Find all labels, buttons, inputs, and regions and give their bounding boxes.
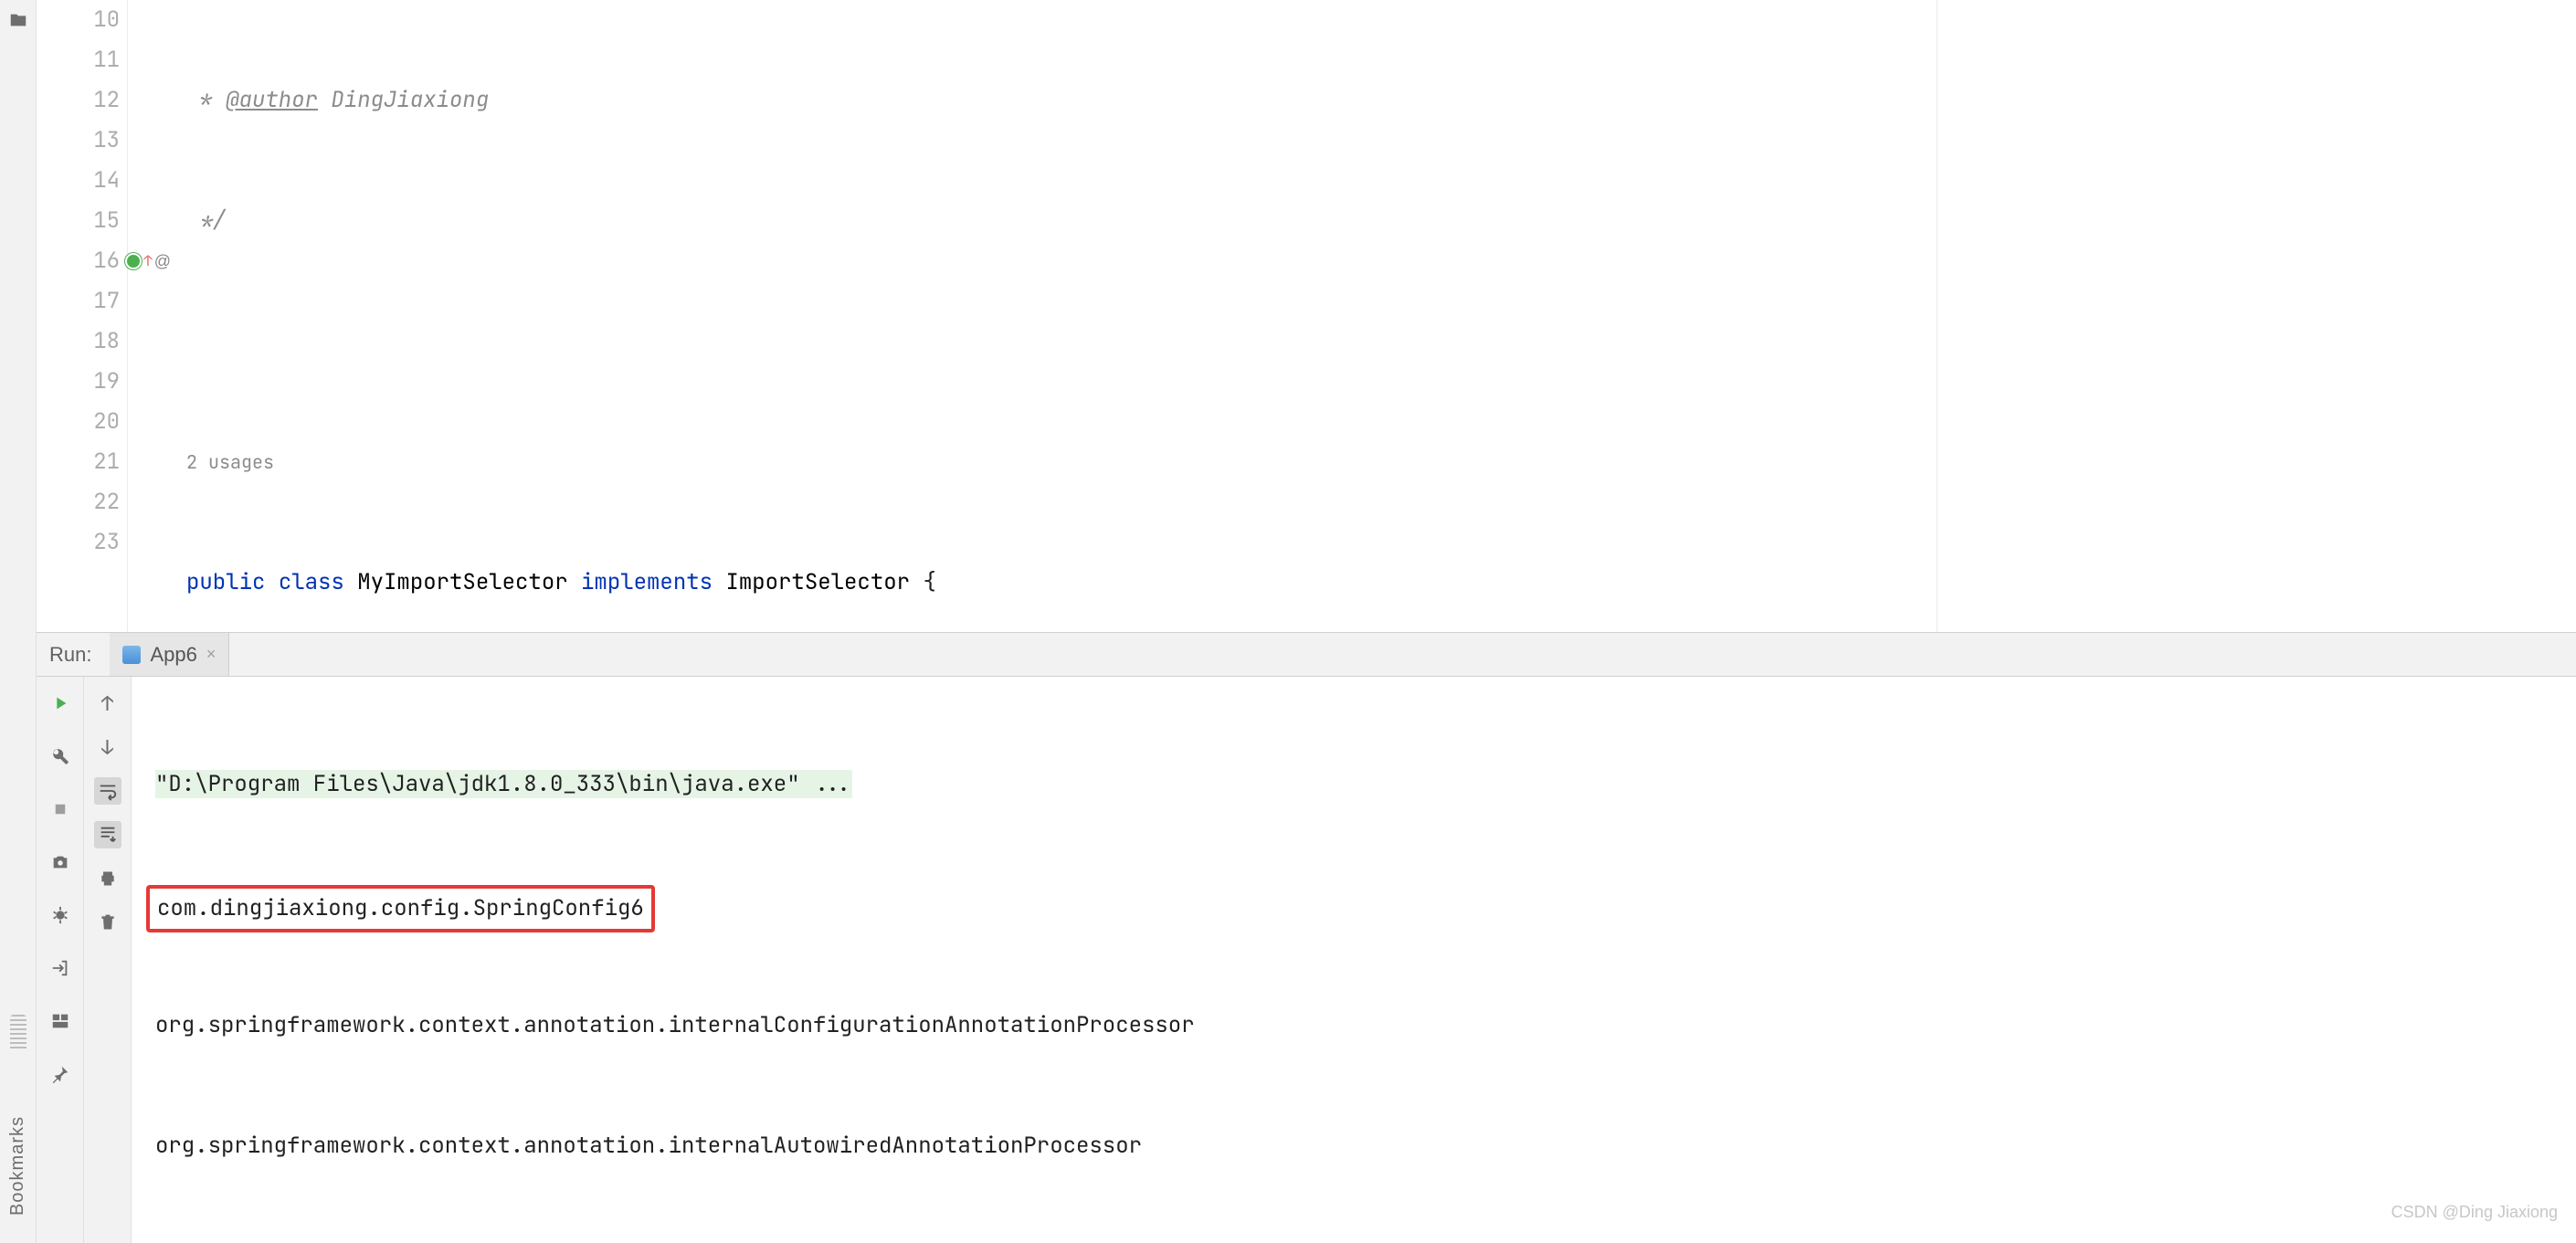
soft-wrap-button[interactable] [94,777,121,805]
line-number[interactable]: 23 [37,522,120,563]
editor-gutter-icons [128,0,183,632]
editor: 10 11 12 13 14 15 16 ↑@ 17 18 19 20 21 2… [37,0,2576,633]
run-config-icon [122,646,141,664]
stop-button[interactable] [47,795,74,823]
console-line[interactable]: org.springframework.context.annotation.i… [155,1126,2576,1166]
close-icon[interactable]: × [206,645,216,664]
line-number[interactable]: 18 [37,321,120,362]
editor-right-margin [1937,0,2576,632]
run-tabbar: Run: App6 × [37,633,2576,677]
bookmarks-toolwindow-label[interactable]: Bookmarks [7,1116,28,1216]
scroll-to-end-button[interactable] [94,821,121,848]
console-line-highlighted[interactable]: com.dingjiaxiong.config.SpringConfig6 [155,885,2576,925]
line-number[interactable]: 20 [37,402,120,442]
line-number[interactable]: 19 [37,362,120,402]
line-number[interactable]: 14 [37,161,120,201]
rerun-button[interactable] [47,690,74,717]
project-toolwindow-icon[interactable] [7,9,29,31]
code-area[interactable]: * @author DingJiaxiong */ 2 usages publi… [183,0,1937,632]
run-tab[interactable]: App6 × [110,633,229,676]
code-line[interactable]: * @author DingJiaxiong [183,80,1937,121]
line-number[interactable]: 16 ↑@ [37,241,120,281]
code-line[interactable] [183,321,1937,362]
pin-icon[interactable] [47,1060,74,1088]
run-panel-label: Run: [49,643,91,667]
layout-icon[interactable] [47,1007,74,1035]
camera-icon[interactable] [47,848,74,876]
editor-gutter[interactable]: 10 11 12 13 14 15 16 ↑@ 17 18 19 20 21 2… [37,0,128,632]
run-tab-title: App6 [150,643,196,667]
up-arrow-icon[interactable]: ↑ [94,690,121,717]
line-number[interactable]: 12 [37,80,120,121]
run-left-toolbar [37,677,84,1243]
line-number[interactable]: 13 [37,121,120,161]
root: Bookmarks 10 11 12 13 14 15 16 ↑@ 17 18 … [0,0,2576,1243]
gutter-override-icon[interactable]: ↑@ [125,241,171,281]
down-arrow-icon[interactable]: ↓ [94,733,121,761]
line-number[interactable]: 15 [37,201,120,241]
console-line[interactable]: org.springframework.context.annotation.i… [155,1006,2576,1046]
code-line[interactable]: */ [183,201,1937,241]
stripe-grip-icon [10,1015,26,1051]
usages-hint[interactable]: 2 usages [183,442,1937,482]
run-inner-toolbar: ↑ ↓ [84,677,132,1243]
trash-icon[interactable] [94,909,121,936]
line-number[interactable]: 17 [37,281,120,321]
line-number[interactable]: 22 [37,482,120,522]
run-toolwindow: ↑ ↓ "D:\Program Files\Java\jdk1.8.0_333\… [37,677,2576,1243]
line-number[interactable]: 10 [37,0,120,40]
print-icon[interactable] [94,865,121,892]
left-tool-stripe: Bookmarks [0,0,37,1243]
console-line[interactable]: "D:\Program Files\Java\jdk1.8.0_333\bin\… [155,764,2576,805]
watermark: CSDN @Ding Jiaxiong [2391,1192,2558,1232]
line-number[interactable]: 21 [37,442,120,482]
wrench-icon[interactable] [47,743,74,770]
bug-icon[interactable] [47,901,74,929]
main-column: 10 11 12 13 14 15 16 ↑@ 17 18 19 20 21 2… [37,0,2576,1243]
line-number[interactable]: 11 [37,40,120,80]
exit-icon[interactable] [47,954,74,982]
code-line[interactable]: public class MyImportSelector implements… [183,563,1937,603]
console-output[interactable]: "D:\Program Files\Java\jdk1.8.0_333\bin\… [132,677,2576,1243]
